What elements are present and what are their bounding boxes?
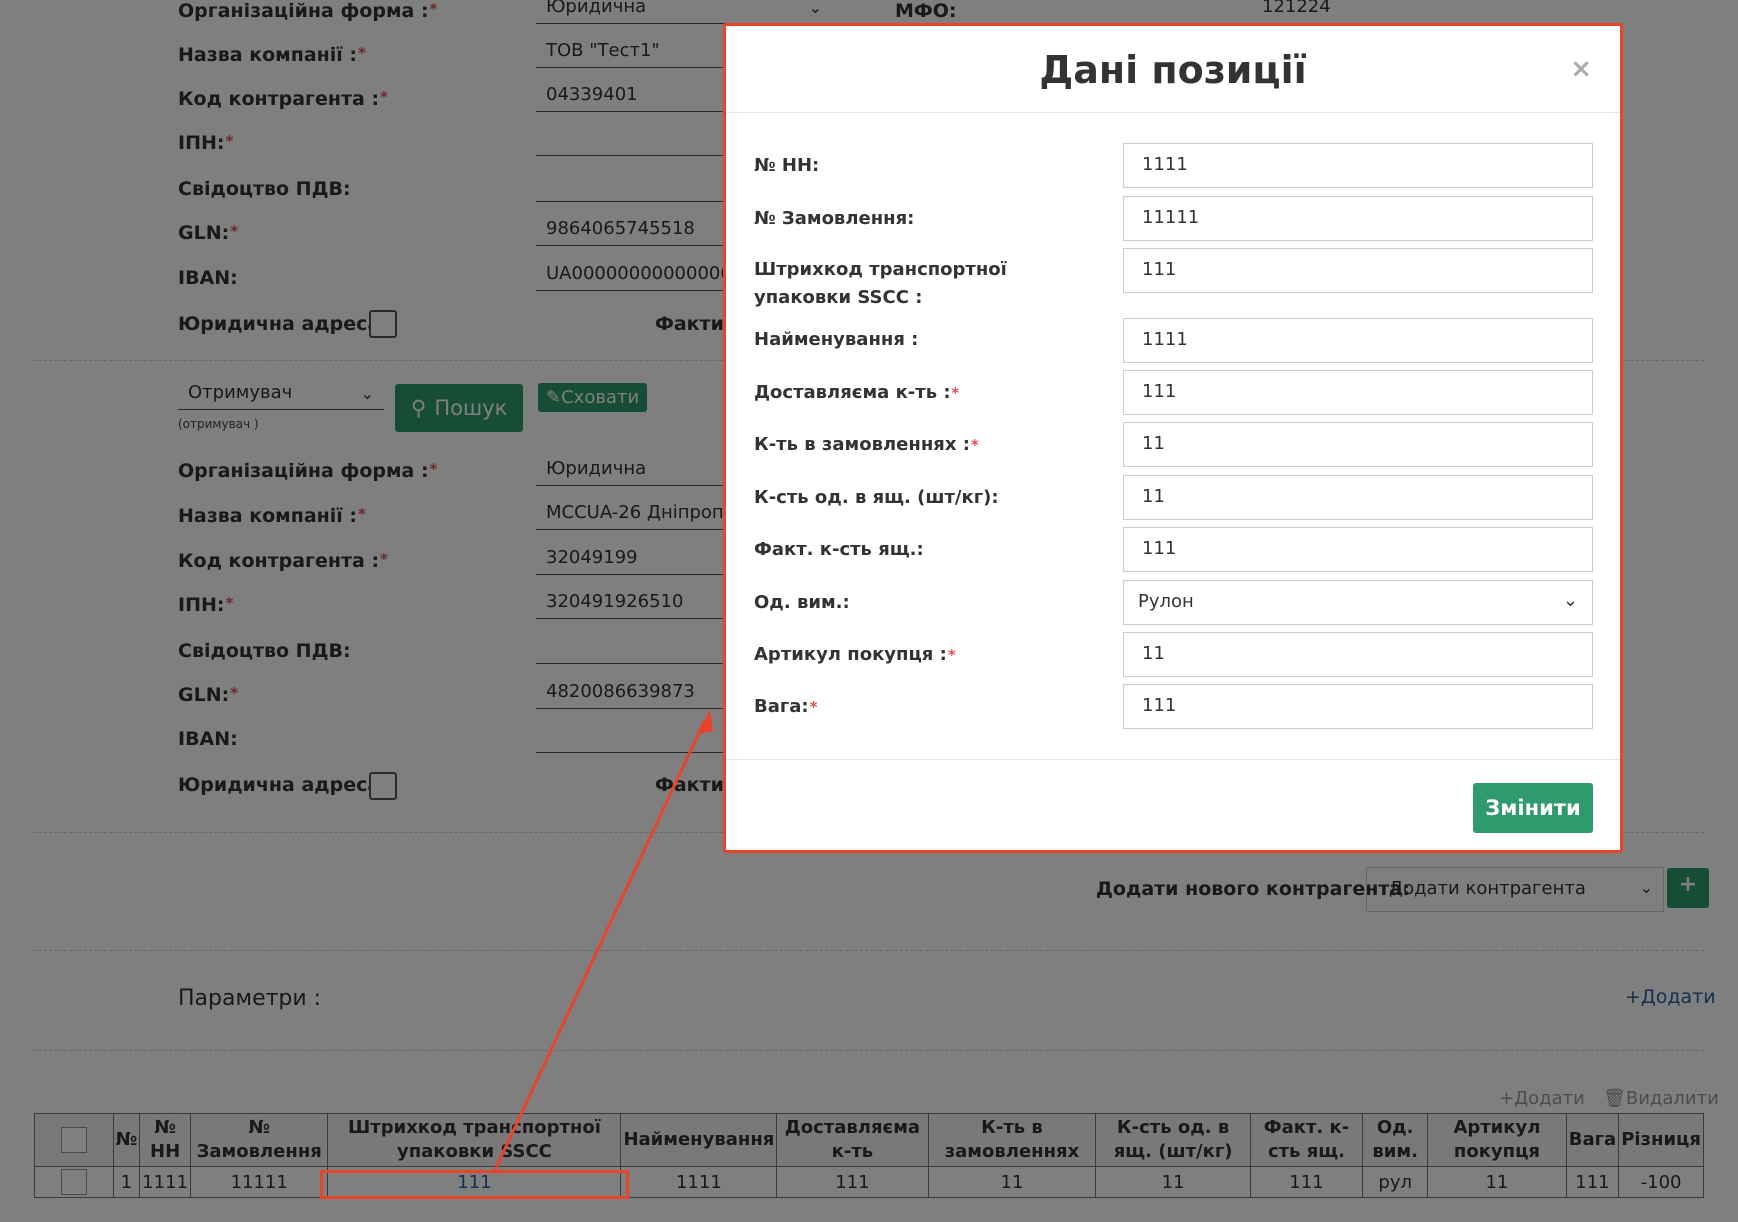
modal-header-separator	[726, 112, 1620, 113]
field-label-units-per-box: К-сть од. в ящ. (шт/кг):	[754, 487, 999, 508]
modal-title: Дані позиції	[1039, 48, 1307, 92]
field-label-name: Найменування :	[754, 329, 919, 350]
field-input-ordered-qty[interactable]: 11	[1123, 422, 1593, 467]
field-label-delivered-qty: Доставляєма к-ть :*	[754, 382, 960, 403]
modal-footer-separator	[726, 759, 1620, 760]
field-label-fact-boxes: Факт. к-сть ящ.:	[754, 539, 924, 560]
field-label-sscc: Штрихкод транспортної упаковки SSCC :	[754, 259, 1007, 308]
change-button[interactable]: Змінити	[1473, 783, 1593, 833]
field-label-weight: Вага:*	[754, 696, 818, 717]
field-input-delivered-qty[interactable]: 111	[1123, 370, 1593, 415]
field-input-weight[interactable]: 111	[1123, 684, 1593, 729]
field-select-unit[interactable]: Рулон ⌄	[1123, 580, 1593, 625]
field-input-nn[interactable]: 1111	[1123, 143, 1593, 188]
field-input-order[interactable]: 11111	[1123, 196, 1593, 241]
field-input-buyer-article[interactable]: 11	[1123, 632, 1593, 677]
field-label-order: № Замовлення:	[754, 208, 915, 229]
chevron-down-icon: ⌄	[1562, 590, 1578, 611]
field-input-name[interactable]: 1111	[1123, 318, 1593, 363]
position-data-modal: Дані позиції × № НН: 1111 № Замовлення: …	[723, 23, 1623, 853]
field-input-fact-boxes[interactable]: 111	[1123, 527, 1593, 572]
field-label-unit: Од. вим.:	[754, 592, 850, 613]
close-icon[interactable]: ×	[1570, 54, 1592, 84]
field-label-ordered-qty: К-ть в замовленнях :*	[754, 434, 979, 455]
field-input-sscc[interactable]: 111	[1123, 248, 1593, 293]
field-input-units-per-box[interactable]: 11	[1123, 475, 1593, 520]
field-label-nn: № НН:	[754, 155, 820, 176]
field-label-buyer-article: Артикул покупця :*	[754, 644, 956, 665]
sscc-cell-highlight	[320, 1170, 629, 1199]
